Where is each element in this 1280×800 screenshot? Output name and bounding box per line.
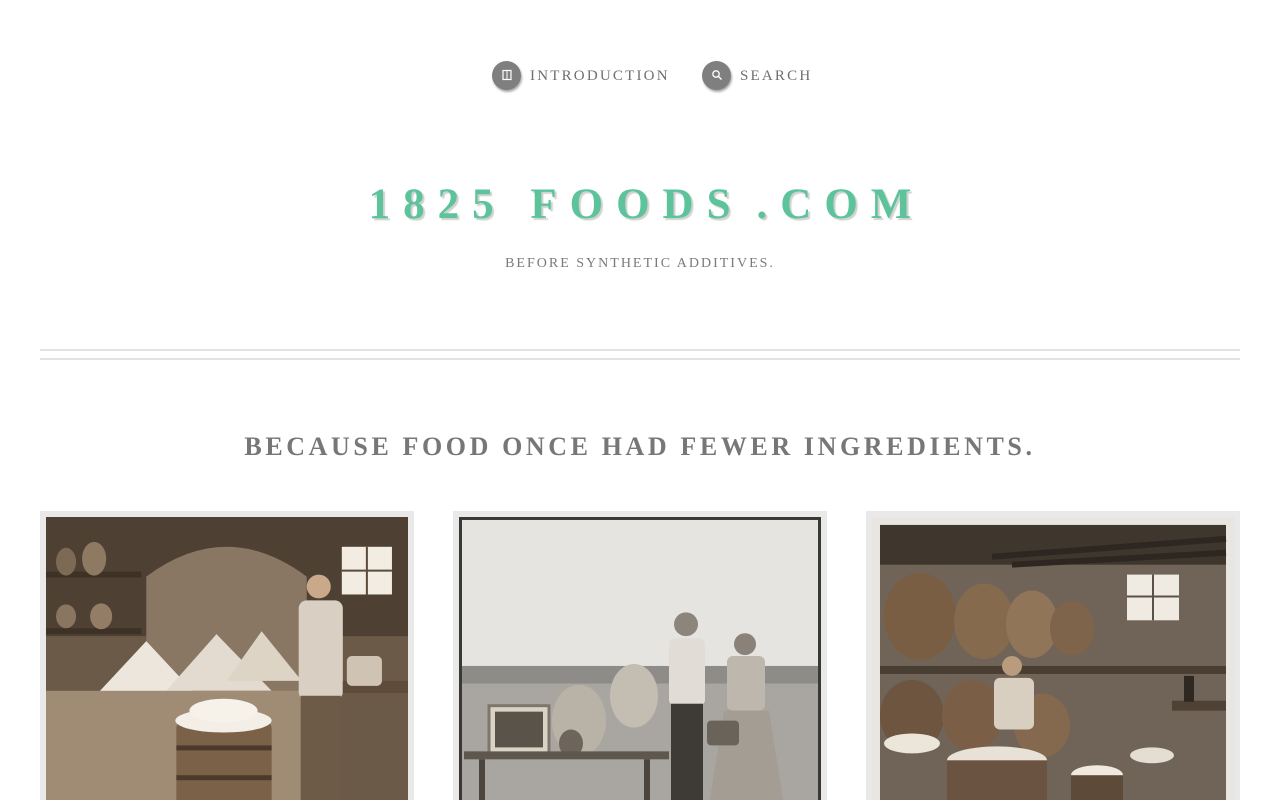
- book-icon: [492, 60, 521, 90]
- beekeepers-image: [459, 517, 821, 800]
- gallery-card-flour[interactable]: [40, 511, 414, 800]
- nav-introduction-link[interactable]: INTRODUCTION: [492, 60, 670, 90]
- nav-search-link[interactable]: SEARCH: [702, 60, 812, 90]
- site-title[interactable]: 1825 FOODS .COM: [0, 180, 1280, 229]
- nav-search-label: SEARCH: [740, 67, 813, 84]
- nav-introduction-label: INTRODUCTION: [530, 67, 670, 84]
- gallery-card-cellar[interactable]: [866, 511, 1240, 800]
- site-tagline: BEFORE SYNTHETIC ADDITIVES.: [505, 256, 775, 271]
- search-icon: [702, 60, 731, 90]
- site-title-tld: .COM: [756, 181, 925, 228]
- flour-storeroom-image: [46, 517, 408, 800]
- site-title-main: 1825 FOODS: [368, 181, 744, 228]
- divider-top: [40, 349, 1240, 351]
- gallery-card-beekeepers[interactable]: [453, 511, 827, 800]
- top-nav: INTRODUCTION SEARCH: [0, 60, 1280, 92]
- page-headline: BECAUSE FOOD ONCE HAD FEWER INGREDIENTS.: [244, 432, 1036, 461]
- cellar-barrels-image: [872, 517, 1234, 800]
- divider-bottom: [40, 358, 1240, 360]
